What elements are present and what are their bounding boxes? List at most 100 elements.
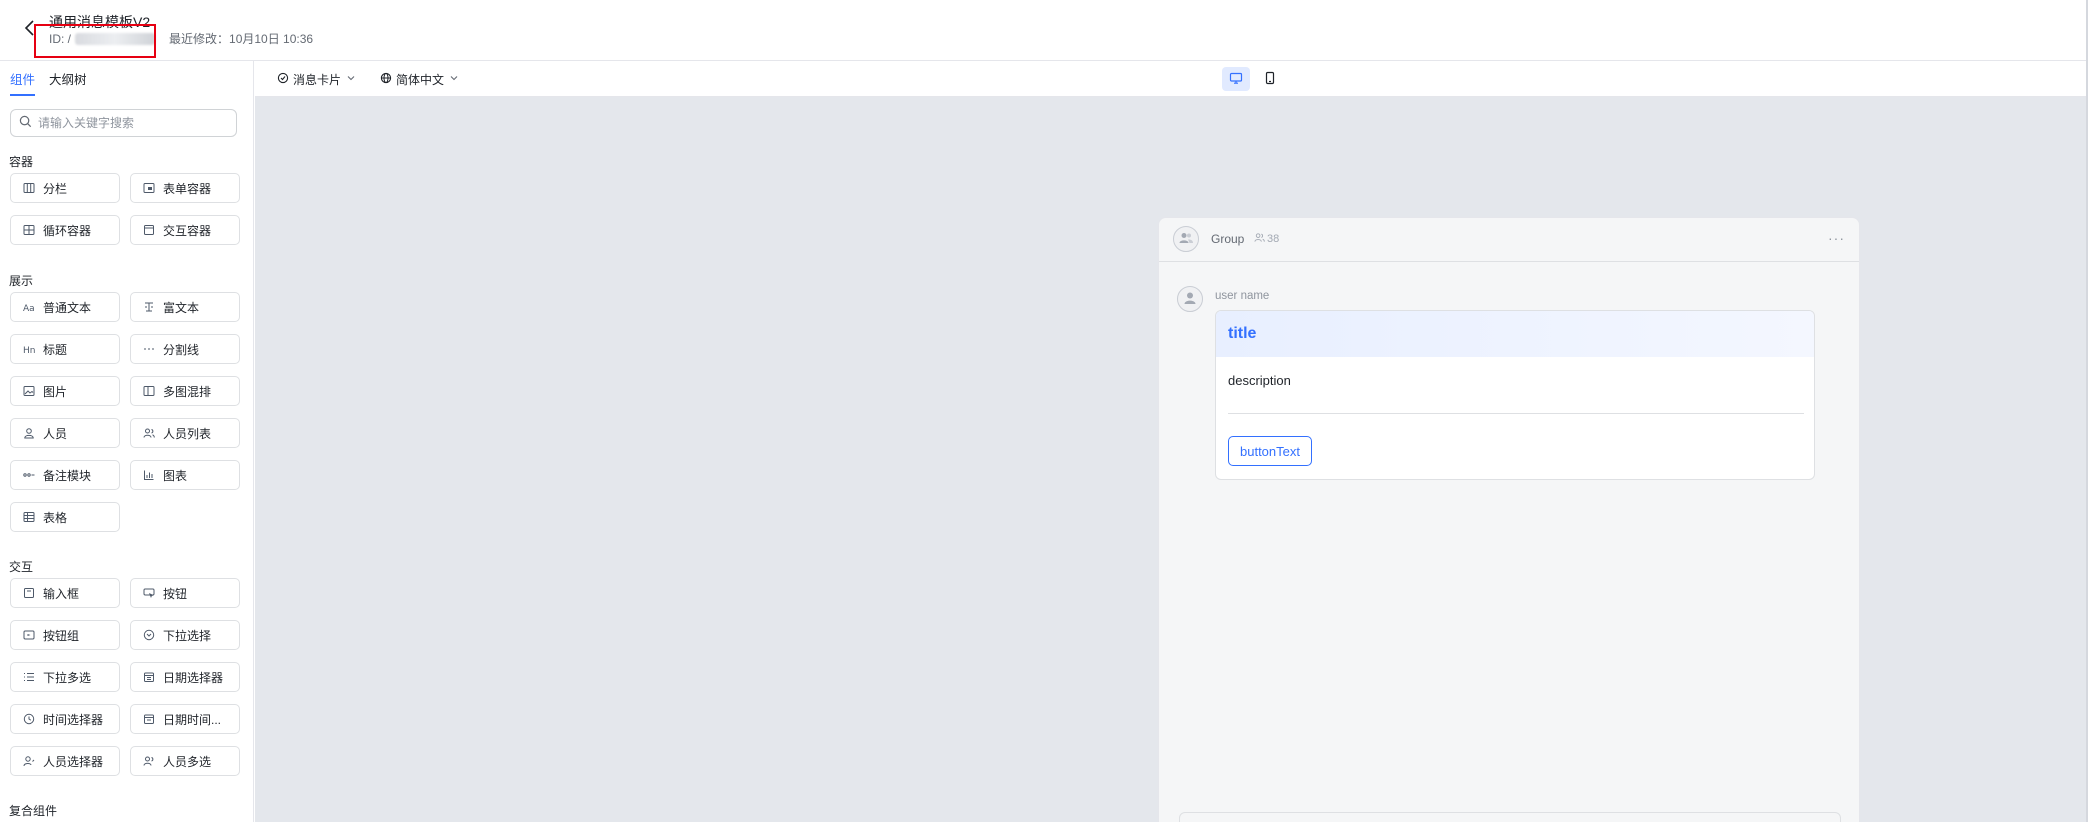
grid-icon xyxy=(23,224,35,236)
table-icon xyxy=(23,511,35,523)
chevron-down-icon xyxy=(448,72,460,87)
multi-image-icon xyxy=(143,385,155,397)
component-label: 普通文本 xyxy=(43,300,92,315)
component-item[interactable]: 按钮组 xyxy=(10,620,120,650)
search-icon xyxy=(19,115,32,131)
component-item[interactable]: 时间选择器 xyxy=(10,704,120,734)
preview-canvas: Group 38 ··· user name title description… xyxy=(255,97,2086,822)
clock-icon xyxy=(23,713,35,725)
component-label: 图表 xyxy=(163,468,188,483)
globe-icon xyxy=(380,72,392,87)
component-label: 分割线 xyxy=(163,342,200,357)
component-item[interactable]: Hn 标题 xyxy=(10,334,120,364)
tab-outline-tree[interactable]: 大纲树 xyxy=(49,69,87,96)
datetime-icon xyxy=(143,713,155,725)
divider-icon xyxy=(143,343,155,355)
component-label: 循环容器 xyxy=(43,223,92,238)
rich-text-icon xyxy=(143,301,155,313)
heading-icon: Hn xyxy=(23,343,35,355)
component-item[interactable]: 表单容器 xyxy=(130,173,240,203)
component-item[interactable]: 循环容器 xyxy=(10,215,120,245)
desktop-icon xyxy=(1229,71,1243,88)
user-icon xyxy=(1182,290,1198,309)
component-item[interactable]: 下拉多选 xyxy=(10,662,120,692)
component-sidebar: 组件 大纲树 容器分栏 表单容器循环容器 交互容器展示 Aa 普通文本 富文本 Hn 标题 分割… xyxy=(0,61,254,822)
form-icon xyxy=(143,182,155,194)
component-item[interactable]: 分割线 xyxy=(130,334,240,364)
component-item[interactable]: Aa 普通文本 xyxy=(10,292,120,322)
search-input[interactable] xyxy=(38,116,218,130)
component-item[interactable]: 备注模块 xyxy=(10,460,120,490)
member-count-value: 38 xyxy=(1267,233,1280,245)
mobile-preview-button[interactable] xyxy=(1256,67,1284,91)
group-title: 容器 xyxy=(9,155,34,169)
chevron-down-icon xyxy=(345,72,357,87)
click-icon xyxy=(143,587,155,599)
svg-text:Hn: Hn xyxy=(23,346,35,355)
component-label: 人员多选 xyxy=(163,754,212,769)
more-icon[interactable]: ··· xyxy=(1828,230,1845,246)
component-item[interactable]: 图表 xyxy=(130,460,240,490)
component-item[interactable]: 下拉选择 xyxy=(130,620,240,650)
component-label: 按钮组 xyxy=(43,628,80,643)
card-type-label: 消息卡片 xyxy=(293,73,342,87)
component-label: 备注模块 xyxy=(43,468,92,483)
svg-text:Aa: Aa xyxy=(23,304,35,313)
component-item[interactable]: 分栏 xyxy=(10,173,120,203)
user-name: user name xyxy=(1215,290,1270,302)
component-item[interactable]: 按钮 xyxy=(130,578,240,608)
date-icon xyxy=(143,671,155,683)
group-avatar xyxy=(1173,226,1199,252)
component-item[interactable]: 富文本 xyxy=(130,292,240,322)
card-title: title xyxy=(1228,325,1257,342)
component-item[interactable]: 输入框 xyxy=(10,578,120,608)
component-label: 人员列表 xyxy=(163,426,212,441)
component-label: 时间选择器 xyxy=(43,712,104,727)
component-item[interactable]: 人员多选 xyxy=(130,746,240,776)
component-item[interactable]: 多图混排 xyxy=(130,376,240,406)
component-item[interactable]: 人员选择器 xyxy=(10,746,120,776)
component-item[interactable]: 日期选择器 xyxy=(130,662,240,692)
card-description: description xyxy=(1228,373,1291,388)
component-label: 日期选择器 xyxy=(163,670,224,685)
language-label: 简体中文 xyxy=(396,73,445,87)
search-box xyxy=(10,109,237,137)
header-bar: 通用消息模板V2 ID: / 最近修改：10月10日 10:36 xyxy=(0,0,2088,61)
message-card: title description buttonText xyxy=(1215,310,1815,480)
component-label: 输入框 xyxy=(43,586,80,601)
component-label: 日期时间... xyxy=(163,712,222,727)
desktop-preview-button[interactable] xyxy=(1222,67,1250,91)
component-label: 按钮 xyxy=(163,586,188,601)
component-item[interactable]: 人员 xyxy=(10,418,120,448)
chart-icon xyxy=(143,469,155,481)
card-type-select[interactable]: 消息卡片 xyxy=(277,71,357,88)
language-select[interactable]: 简体中文 xyxy=(380,71,460,88)
mobile-icon xyxy=(1263,71,1277,88)
card-button[interactable]: buttonText xyxy=(1228,436,1312,466)
component-label: 下拉选择 xyxy=(163,628,212,643)
send-message-box xyxy=(1179,812,1841,822)
editor-toolbar: 消息卡片 简体中文 xyxy=(255,61,2086,97)
component-label: 多图混排 xyxy=(163,384,212,399)
group-name: Group xyxy=(1211,232,1245,246)
message-card-icon xyxy=(277,72,289,87)
component-item[interactable]: 表格 xyxy=(10,502,120,532)
person-picker-icon xyxy=(23,755,35,767)
component-item[interactable]: 图片 xyxy=(10,376,120,406)
image-icon xyxy=(23,385,35,397)
component-item[interactable]: 人员列表 xyxy=(130,418,240,448)
group-title: 复合组件 xyxy=(9,804,58,818)
person-icon xyxy=(23,427,35,439)
group-title: 交互 xyxy=(9,560,34,574)
card-divider xyxy=(1228,413,1804,414)
member-count: 38 xyxy=(1254,232,1279,246)
component-item[interactable]: 日期时间... xyxy=(130,704,240,734)
component-item[interactable]: 交互容器 xyxy=(130,215,240,245)
tab-components[interactable]: 组件 xyxy=(10,69,36,96)
people-icon xyxy=(143,427,155,439)
multi-select-icon xyxy=(23,671,35,683)
input-icon xyxy=(23,587,35,599)
members-icon xyxy=(1254,232,1265,246)
last-modified: 最近修改：10月10日 10:36 xyxy=(169,32,314,46)
card-header: title xyxy=(1216,311,1814,357)
